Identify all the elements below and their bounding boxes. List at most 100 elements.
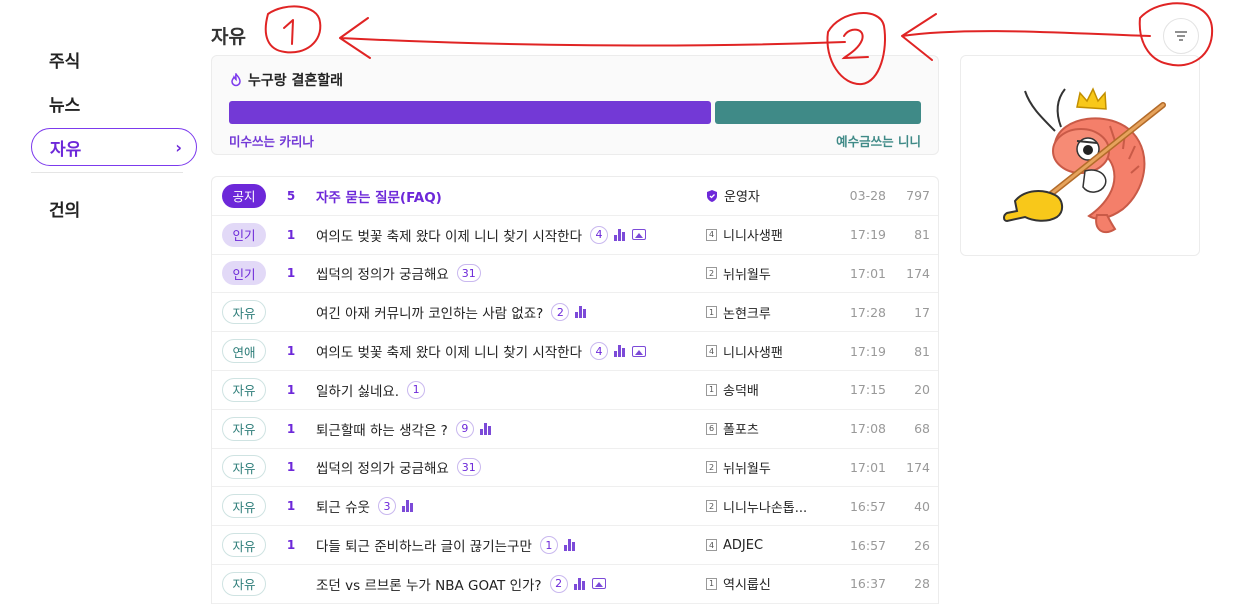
- post-author[interactable]: 4 니니사생팬: [704, 225, 836, 244]
- author-name[interactable]: 니니누나손톱...: [723, 497, 807, 516]
- author-name[interactable]: 뉘뉘월두: [723, 458, 771, 477]
- post-row[interactable]: 인기 1 여의도 벚꽃 축제 왔다 이제 니니 찾기 시작한다 4 4 니니사생팬 …: [212, 216, 938, 255]
- post-title-cell[interactable]: 퇴근할때 하는 생각은 ? 9: [316, 419, 704, 439]
- post-views: 40: [914, 498, 930, 514]
- post-row[interactable]: 연애 1 여의도 벚꽃 축제 왔다 이제 니니 찾기 시작한다 4 4 니니사생팬 …: [212, 332, 938, 371]
- author-name[interactable]: 니니사생팬: [723, 225, 783, 244]
- category-badge[interactable]: 자유: [222, 571, 266, 596]
- post-title[interactable]: 자주 묻는 질문(FAQ): [316, 186, 442, 206]
- fire-icon: [231, 73, 241, 87]
- post-title[interactable]: 씹덕의 정의가 궁금해요: [316, 457, 449, 477]
- post-title-cell[interactable]: 조던 vs 르브론 누가 NBA GOAT 인가? 2: [316, 574, 704, 594]
- poll-labels: 미수쓰는 카리나 예수금쓰는 니니: [229, 131, 921, 150]
- post-title-cell[interactable]: 자주 묻는 질문(FAQ): [316, 186, 704, 206]
- post-title-cell[interactable]: 여의도 벚꽃 축제 왔다 이제 니니 찾기 시작한다 4: [316, 341, 704, 361]
- post-rank: 1: [286, 227, 296, 242]
- post-time: 17:19: [849, 343, 886, 359]
- post-author[interactable]: 운영자: [704, 186, 836, 205]
- poll-title: 누구랑 결혼할래: [248, 73, 344, 89]
- post-title-cell[interactable]: 퇴근 슈웃 3: [316, 496, 704, 516]
- category-badge[interactable]: 공지: [222, 183, 266, 208]
- post-rank: 1: [286, 344, 296, 359]
- sidebar-item-stock[interactable]: 주식: [31, 40, 197, 78]
- category-badge[interactable]: 연애: [222, 339, 266, 364]
- post-author[interactable]: 6 폴포츠: [704, 419, 836, 438]
- level-badge: 4: [706, 345, 717, 358]
- poll-option-b-label[interactable]: 예수금쓰는 니니: [836, 131, 921, 150]
- sidebar-item-free[interactable]: 자유 ›: [31, 128, 197, 166]
- post-author[interactable]: 4 니니사생팬: [704, 342, 836, 361]
- chart-icon: [563, 539, 576, 552]
- chart-icon: [614, 228, 626, 241]
- post-row[interactable]: 자유 1 다들 퇴근 준비하느라 글이 끊기는구만 1 4 ADJEC 16:57 …: [212, 526, 938, 565]
- level-badge: 1: [706, 577, 717, 590]
- post-title[interactable]: 여의도 벚꽃 축제 왔다 이제 니니 찾기 시작한다: [316, 341, 582, 361]
- author-name[interactable]: 폴포츠: [723, 419, 759, 438]
- post-title[interactable]: 퇴근 슈웃: [316, 496, 370, 516]
- post-title[interactable]: 일하기 싫네요.: [316, 380, 399, 400]
- comment-count: 9: [455, 419, 474, 438]
- post-title-cell[interactable]: 일하기 싫네요. 1: [316, 380, 704, 400]
- post-author[interactable]: 2 뉘뉘월두: [704, 264, 836, 283]
- level-badge: 4: [706, 228, 717, 241]
- sidebar-item-suggestion[interactable]: 건의: [31, 189, 197, 227]
- post-row[interactable]: 자유 여긴 아재 커뮤니까 코인하는 사람 없죠? 2 1 논현크루 17:28 1…: [212, 293, 938, 333]
- post-title-cell[interactable]: 여의도 벚꽃 축제 왔다 이제 니니 찾기 시작한다 4: [316, 225, 704, 245]
- filter-button[interactable]: [1163, 18, 1199, 54]
- author-name[interactable]: 송덕배: [723, 380, 759, 399]
- category-badge[interactable]: 자유: [222, 455, 266, 480]
- category-badge[interactable]: 인기: [222, 222, 266, 247]
- category-badge[interactable]: 자유: [222, 416, 266, 441]
- author-name[interactable]: 논현크루: [723, 303, 771, 322]
- post-views: 28: [914, 576, 930, 592]
- post-author[interactable]: 1 역시룹신: [704, 574, 836, 593]
- poll-bar-option-b[interactable]: [714, 101, 921, 124]
- category-badge[interactable]: 인기: [222, 261, 266, 286]
- post-author[interactable]: 2 뉘뉘월두: [704, 458, 836, 477]
- author-name[interactable]: 역시룹신: [723, 574, 771, 593]
- post-row[interactable]: 자유 조던 vs 르브론 누가 NBA GOAT 인가? 2 1 역시룹신 16:3…: [212, 565, 938, 604]
- post-row[interactable]: 자유 1 퇴근 슈웃 3 2 니니누나손톱... 16:57 40: [212, 487, 938, 527]
- post-row[interactable]: 공지 5 자주 묻는 질문(FAQ) 운영자 03-28 797: [212, 177, 938, 216]
- post-author[interactable]: 1 논현크루: [704, 303, 836, 322]
- post-row[interactable]: 자유 1 일하기 싫네요. 1 1 송덕배 17:15 20: [212, 371, 938, 410]
- post-row[interactable]: 인기 1 씹덕의 정의가 궁금해요 31 2 뉘뉘월두 17:01 174: [212, 255, 938, 294]
- annotation-arrow-2: [901, 13, 1151, 61]
- post-title-cell[interactable]: 여긴 아재 커뮤니까 코인하는 사람 없죠? 2: [316, 302, 704, 322]
- post-views: 174: [906, 459, 930, 475]
- author-name[interactable]: ADJEC: [723, 538, 763, 553]
- post-title[interactable]: 퇴근할때 하는 생각은 ?: [316, 419, 448, 439]
- author-name[interactable]: 운영자: [724, 186, 760, 205]
- post-title[interactable]: 여의도 벚꽃 축제 왔다 이제 니니 찾기 시작한다: [316, 225, 582, 245]
- category-badge[interactable]: 자유: [222, 533, 266, 558]
- post-title-cell[interactable]: 씹덕의 정의가 궁금해요 31: [316, 263, 704, 283]
- post-author[interactable]: 1 송덕배: [704, 380, 836, 399]
- category-badge[interactable]: 자유: [222, 300, 266, 325]
- post-row[interactable]: 자유 1 퇴근할때 하는 생각은 ? 9 6 폴포츠 17:08 68: [212, 410, 938, 449]
- category-badge[interactable]: 자유: [222, 377, 266, 402]
- category-badge[interactable]: 자유: [222, 494, 266, 519]
- side-banner[interactable]: [960, 55, 1200, 256]
- author-name[interactable]: 니니사생팬: [723, 342, 783, 361]
- post-row[interactable]: 자유 1 씹덕의 정의가 궁금해요 31 2 뉘뉘월두 17:01 174: [212, 449, 938, 488]
- comment-count: 31: [456, 458, 481, 477]
- chart-icon: [573, 577, 586, 590]
- level-badge: 2: [706, 461, 717, 474]
- post-title[interactable]: 다들 퇴근 준비하느라 글이 끊기는구만: [316, 535, 532, 555]
- author-name[interactable]: 뉘뉘월두: [723, 264, 771, 283]
- image-icon: [632, 229, 647, 241]
- post-title-cell[interactable]: 다들 퇴근 준비하느라 글이 끊기는구만 1: [316, 535, 704, 555]
- comment-count: 2: [549, 574, 568, 593]
- poll-bar-option-a[interactable]: [229, 101, 711, 124]
- post-title[interactable]: 여긴 아재 커뮤니까 코인하는 사람 없죠?: [316, 302, 543, 322]
- sidebar-item-news[interactable]: 뉴스: [31, 84, 197, 122]
- poll-option-a-label[interactable]: 미수쓰는 카리나: [229, 131, 314, 150]
- post-author[interactable]: 2 니니누나손톱...: [704, 497, 836, 516]
- post-author[interactable]: 4 ADJEC: [704, 538, 836, 553]
- chart-icon: [575, 306, 587, 319]
- post-title[interactable]: 조던 vs 르브론 누가 NBA GOAT 인가?: [316, 574, 542, 594]
- post-title[interactable]: 씹덕의 정의가 궁금해요: [316, 263, 449, 283]
- post-title-cell[interactable]: 씹덕의 정의가 궁금해요 31: [316, 457, 704, 477]
- post-time: 16:57: [849, 498, 886, 514]
- chart-icon: [401, 500, 414, 513]
